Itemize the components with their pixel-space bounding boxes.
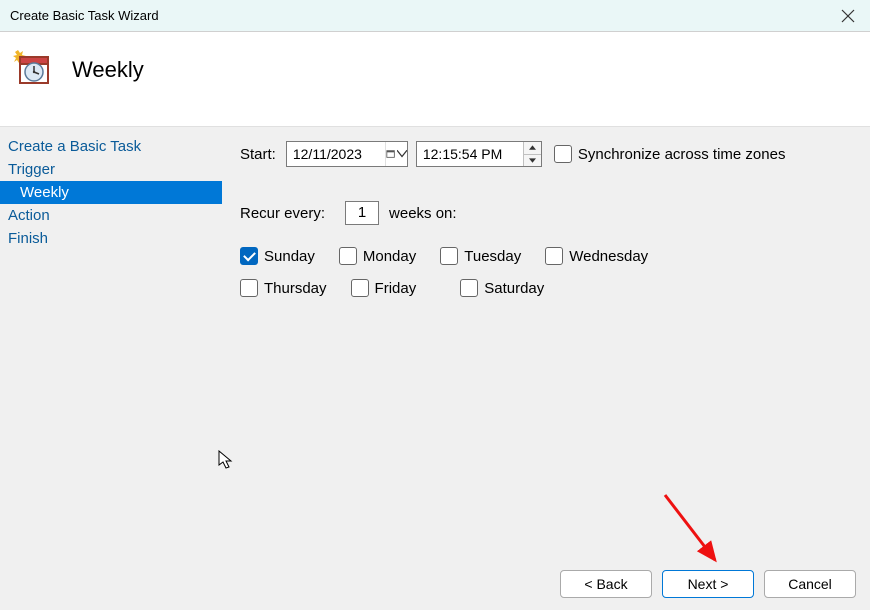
days-row-2: Thursday Friday Saturday bbox=[240, 279, 852, 297]
day-thursday-label: Thursday bbox=[264, 280, 327, 297]
day-tuesday-wrap[interactable]: Tuesday bbox=[440, 247, 521, 265]
page-title: Weekly bbox=[72, 57, 144, 83]
day-wednesday-label: Wednesday bbox=[569, 248, 648, 265]
day-friday-wrap[interactable]: Friday bbox=[351, 279, 417, 297]
day-monday-wrap[interactable]: Monday bbox=[339, 247, 416, 265]
day-saturday-checkbox[interactable] bbox=[460, 279, 478, 297]
day-thursday-wrap[interactable]: Thursday bbox=[240, 279, 327, 297]
wizard-body: Create a Basic Task Trigger Weekly Actio… bbox=[0, 127, 870, 558]
recur-label-right: weeks on: bbox=[389, 205, 457, 222]
day-sunday-wrap[interactable]: Sunday bbox=[240, 247, 315, 265]
day-tuesday-label: Tuesday bbox=[464, 248, 521, 265]
sync-timezones-label: Synchronize across time zones bbox=[578, 146, 786, 163]
day-thursday-checkbox[interactable] bbox=[240, 279, 258, 297]
window-title: Create Basic Task Wizard bbox=[10, 8, 159, 23]
close-button[interactable] bbox=[836, 4, 860, 28]
recur-weeks-input[interactable]: 1 bbox=[345, 201, 379, 225]
close-icon bbox=[841, 9, 855, 23]
back-button[interactable]: < Back bbox=[560, 570, 652, 598]
day-friday-label: Friday bbox=[375, 280, 417, 297]
sidebar-item-action[interactable]: Action bbox=[0, 204, 222, 227]
chevron-down-icon bbox=[529, 158, 536, 163]
sidebar-item-trigger[interactable]: Trigger bbox=[0, 158, 222, 181]
calendar-clock-icon bbox=[12, 48, 52, 88]
start-time-value: 12:15:54 PM bbox=[417, 146, 523, 162]
calendar-dropdown-icon bbox=[386, 148, 396, 160]
recur-row: Recur every: 1 weeks on: bbox=[240, 201, 852, 225]
time-spinner-up[interactable] bbox=[524, 142, 541, 155]
day-monday-checkbox[interactable] bbox=[339, 247, 357, 265]
wizard-header: Weekly bbox=[0, 32, 870, 127]
day-sunday-label: Sunday bbox=[264, 248, 315, 265]
start-row: Start: 12/11/2023 12:15:54 PM bbox=[240, 141, 852, 167]
sync-timezones-checkbox-wrap[interactable]: Synchronize across time zones bbox=[554, 145, 786, 163]
wizard-steps-sidebar: Create a Basic Task Trigger Weekly Actio… bbox=[0, 127, 222, 558]
sidebar-item-finish[interactable]: Finish bbox=[0, 227, 222, 250]
wizard-content: Start: 12/11/2023 12:15:54 PM bbox=[222, 127, 870, 558]
date-dropdown-button[interactable] bbox=[385, 142, 407, 166]
start-label: Start: bbox=[240, 146, 276, 163]
start-date-value: 12/11/2023 bbox=[287, 146, 385, 162]
time-spinner bbox=[523, 142, 541, 166]
chevron-up-icon bbox=[529, 145, 536, 150]
day-wednesday-wrap[interactable]: Wednesday bbox=[545, 247, 648, 265]
day-saturday-label: Saturday bbox=[484, 280, 544, 297]
day-saturday-wrap[interactable]: Saturday bbox=[460, 279, 544, 297]
sidebar-item-weekly[interactable]: Weekly bbox=[0, 181, 222, 204]
day-wednesday-checkbox[interactable] bbox=[545, 247, 563, 265]
day-tuesday-checkbox[interactable] bbox=[440, 247, 458, 265]
chevron-down-icon bbox=[397, 148, 407, 160]
day-sunday-checkbox[interactable] bbox=[240, 247, 258, 265]
next-button[interactable]: Next > bbox=[662, 570, 754, 598]
titlebar: Create Basic Task Wizard bbox=[0, 0, 870, 32]
day-monday-label: Monday bbox=[363, 248, 416, 265]
wizard-footer: < Back Next > Cancel bbox=[0, 558, 870, 610]
recur-label-left: Recur every: bbox=[240, 205, 325, 222]
start-time-picker[interactable]: 12:15:54 PM bbox=[416, 141, 542, 167]
day-friday-checkbox[interactable] bbox=[351, 279, 369, 297]
cancel-button[interactable]: Cancel bbox=[764, 570, 856, 598]
sidebar-item-create-basic-task[interactable]: Create a Basic Task bbox=[0, 135, 222, 158]
start-date-picker[interactable]: 12/11/2023 bbox=[286, 141, 408, 167]
sync-timezones-checkbox[interactable] bbox=[554, 145, 572, 163]
time-spinner-down[interactable] bbox=[524, 155, 541, 167]
days-row-1: Sunday Monday Tuesday Wednesday bbox=[240, 247, 852, 265]
